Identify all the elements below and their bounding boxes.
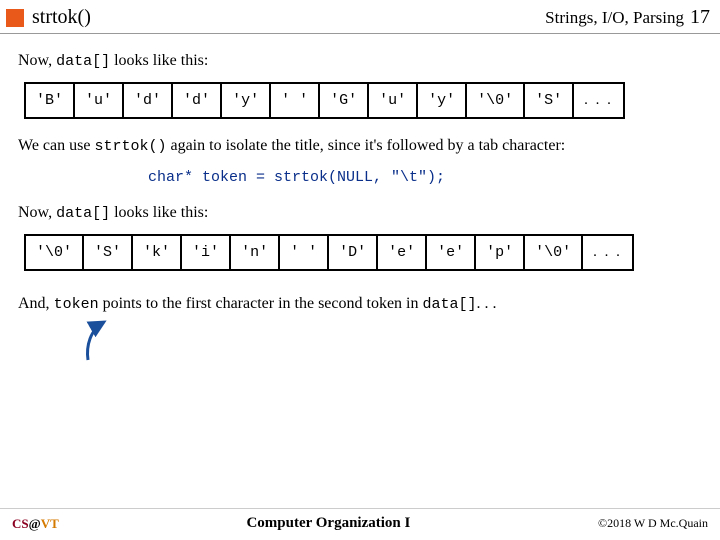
- footer-left: CS@VT: [12, 516, 59, 532]
- array-cell: '\0': [26, 236, 84, 269]
- slide-header: strtok() Strings, I/O, Parsing 17: [0, 0, 720, 34]
- array-cell: '\0': [525, 236, 583, 269]
- slide-section-page: Strings, I/O, Parsing 17: [545, 6, 710, 29]
- paragraph-4: And, token points to the first character…: [18, 295, 702, 313]
- array-cell: ' ': [271, 84, 320, 117]
- paragraph-2: We can use strtok() again to isolate the…: [18, 137, 702, 155]
- paragraph-3: Now, data[] looks like this:: [18, 204, 702, 222]
- array-cell: 'e': [378, 236, 427, 269]
- para3-code: data[]: [56, 205, 110, 222]
- array-cell: 'k': [133, 236, 182, 269]
- para4-text-b: points to the first character in the sec…: [99, 295, 423, 312]
- array-cell: 'D': [329, 236, 378, 269]
- array-cell: 'u': [75, 84, 124, 117]
- footer-vt: VT: [41, 516, 59, 531]
- char-array-1: 'B' 'u' 'd' 'd' 'y' ' ' 'G' 'u' 'y' '\0'…: [24, 82, 625, 119]
- footer-cs: CS: [12, 516, 29, 531]
- array-cell: 'd': [124, 84, 173, 117]
- section-label: Strings, I/O, Parsing: [545, 8, 684, 28]
- array-cell: 'y': [222, 84, 271, 117]
- footer-at: @: [29, 516, 41, 531]
- para2-code: strtok(): [94, 138, 166, 155]
- array-cell: 'd': [173, 84, 222, 117]
- array-ellipsis: . . .: [574, 84, 623, 117]
- char-array-2: '\0' 'S' 'k' 'i' 'n' ' ' 'D' 'e' 'e' 'p'…: [24, 234, 634, 271]
- code-block: char* token = strtok(NULL, "\t");: [148, 169, 702, 186]
- para1-text-a: Now,: [18, 52, 56, 69]
- array-cell: 'B': [26, 84, 75, 117]
- pointer-arrow-icon: [80, 318, 130, 366]
- para3-text-a: Now,: [18, 204, 56, 221]
- para4-code1: token: [54, 296, 99, 313]
- para4-code2: data[]: [422, 296, 476, 313]
- para1-text-b: looks like this:: [110, 52, 208, 69]
- array-cell: 'y': [418, 84, 467, 117]
- slide-content: Now, data[] looks like this: 'B' 'u' 'd'…: [0, 34, 720, 313]
- para2-text-a: We can use: [18, 137, 94, 154]
- array-cell: ' ': [280, 236, 329, 269]
- header-accent-square: [6, 9, 24, 27]
- para4-text-a: And,: [18, 295, 54, 312]
- array-cell: 'i': [182, 236, 231, 269]
- paragraph-1: Now, data[] looks like this:: [18, 52, 702, 70]
- para2-text-b: again to isolate the title, since it's f…: [166, 137, 565, 154]
- array-cell: '\0': [467, 84, 525, 117]
- para3-text-b: looks like this:: [110, 204, 208, 221]
- slide-footer: CS@VT Computer Organization I ©2018 W D …: [0, 508, 720, 540]
- page-number: 17: [690, 6, 710, 29]
- array-cell: 'u': [369, 84, 418, 117]
- para1-code: data[]: [56, 53, 110, 70]
- array-cell: 'n': [231, 236, 280, 269]
- array-cell: 'p': [476, 236, 525, 269]
- footer-center: Computer Organization I: [246, 515, 410, 532]
- array-cell: 'G': [320, 84, 369, 117]
- array-cell: 'S': [84, 236, 133, 269]
- footer-copyright: ©2018 W D Mc.Quain: [598, 516, 708, 531]
- para4-text-c: . . .: [477, 295, 497, 312]
- array-cell: 'S': [525, 84, 574, 117]
- array-ellipsis: . . .: [583, 236, 632, 269]
- array-cell: 'e': [427, 236, 476, 269]
- slide-title: strtok(): [32, 6, 545, 29]
